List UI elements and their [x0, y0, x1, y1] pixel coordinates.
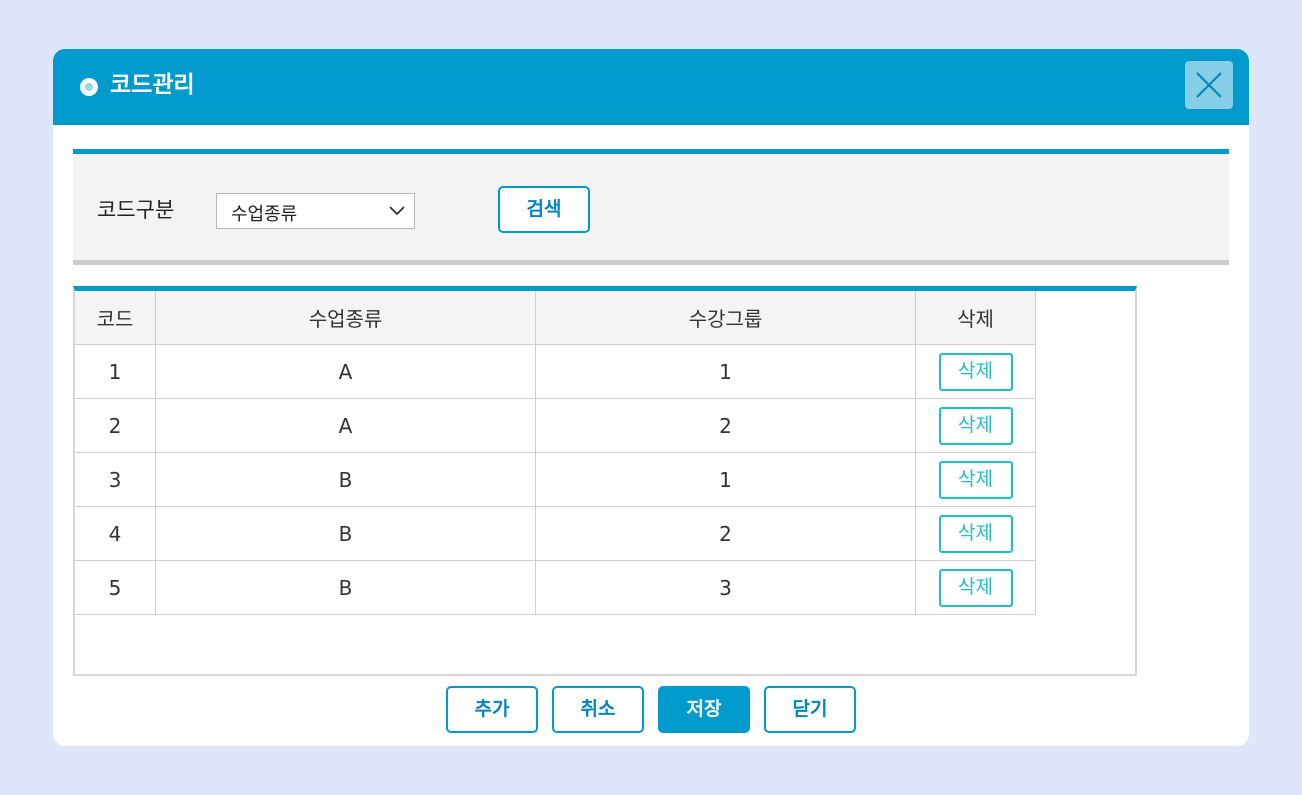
cell-class-type[interactable]: B	[155, 560, 536, 615]
title-bullet-icon	[80, 78, 98, 96]
cell-delete: 삭제	[915, 344, 1036, 399]
delete-row-button[interactable]: 삭제	[938, 352, 1013, 391]
cell-delete: 삭제	[915, 398, 1036, 453]
code-grid: 코드 수업종류 수강그룹 삭제 1 A 1 삭제 2 A 2 삭제 3 B 1 …	[73, 286, 1137, 676]
delete-row-button[interactable]: 삭제	[938, 568, 1013, 607]
cell-delete: 삭제	[915, 452, 1036, 507]
search-panel: 코드구분 수업종류 검색	[73, 149, 1229, 265]
cell-group[interactable]: 2	[535, 398, 916, 453]
cell-class-type[interactable]: B	[155, 452, 536, 507]
dialog-title: 코드관리	[110, 72, 195, 98]
chevron-down-icon	[389, 206, 405, 216]
table-row[interactable]: 2 A 2 삭제	[75, 398, 1036, 453]
page-background: 코드관리 코드구분 수업종류 검색 코드 수업종류 수강그룹 삭제 1 A 1 …	[0, 0, 1302, 795]
table-row[interactable]: 1 A 1 삭제	[75, 344, 1036, 399]
add-button[interactable]: 추가	[446, 686, 538, 733]
cell-code[interactable]: 3	[75, 452, 156, 507]
save-button[interactable]: 저장	[658, 686, 750, 733]
cell-class-type[interactable]: A	[155, 398, 536, 453]
code-table: 코드 수업종류 수강그룹 삭제 1 A 1 삭제 2 A 2 삭제 3 B 1 …	[75, 291, 1036, 615]
delete-row-button[interactable]: 삭제	[938, 514, 1013, 553]
cell-class-type[interactable]: A	[155, 344, 536, 399]
cell-code[interactable]: 2	[75, 398, 156, 453]
header-delete[interactable]: 삭제	[915, 291, 1036, 345]
close-icon	[1196, 72, 1222, 98]
cancel-button[interactable]: 취소	[552, 686, 644, 733]
code-category-select[interactable]: 수업종류	[216, 193, 415, 229]
cell-group[interactable]: 1	[535, 344, 916, 399]
cell-code[interactable]: 1	[75, 344, 156, 399]
cell-delete: 삭제	[915, 560, 1036, 615]
close-button[interactable]	[1185, 61, 1233, 109]
header-group[interactable]: 수강그룹	[535, 291, 916, 345]
header-code[interactable]: 코드	[75, 291, 156, 345]
cell-group[interactable]: 1	[535, 452, 916, 507]
delete-row-button[interactable]: 삭제	[938, 406, 1013, 445]
header-class-type[interactable]: 수업종류	[155, 291, 536, 345]
cell-code[interactable]: 5	[75, 560, 156, 615]
close-dialog-button[interactable]: 닫기	[764, 686, 856, 733]
search-button[interactable]: 검색	[498, 186, 590, 233]
dialog-actions: 추가 취소 저장 닫기	[53, 686, 1249, 734]
table-header-row: 코드 수업종류 수강그룹 삭제	[75, 291, 1036, 345]
cell-code[interactable]: 4	[75, 506, 156, 561]
table-row[interactable]: 3 B 1 삭제	[75, 452, 1036, 507]
delete-row-button[interactable]: 삭제	[938, 460, 1013, 499]
cell-class-type[interactable]: B	[155, 506, 536, 561]
code-category-label: 코드구분	[97, 198, 175, 222]
cell-delete: 삭제	[915, 506, 1036, 561]
cell-group[interactable]: 2	[535, 506, 916, 561]
table-row[interactable]: 4 B 2 삭제	[75, 506, 1036, 561]
code-category-select-value: 수업종류	[231, 204, 298, 225]
cell-group[interactable]: 3	[535, 560, 916, 615]
dialog-titlebar: 코드관리	[53, 49, 1249, 125]
table-row[interactable]: 5 B 3 삭제	[75, 560, 1036, 615]
code-management-dialog: 코드관리 코드구분 수업종류 검색 코드 수업종류 수강그룹 삭제 1 A 1 …	[53, 49, 1249, 746]
